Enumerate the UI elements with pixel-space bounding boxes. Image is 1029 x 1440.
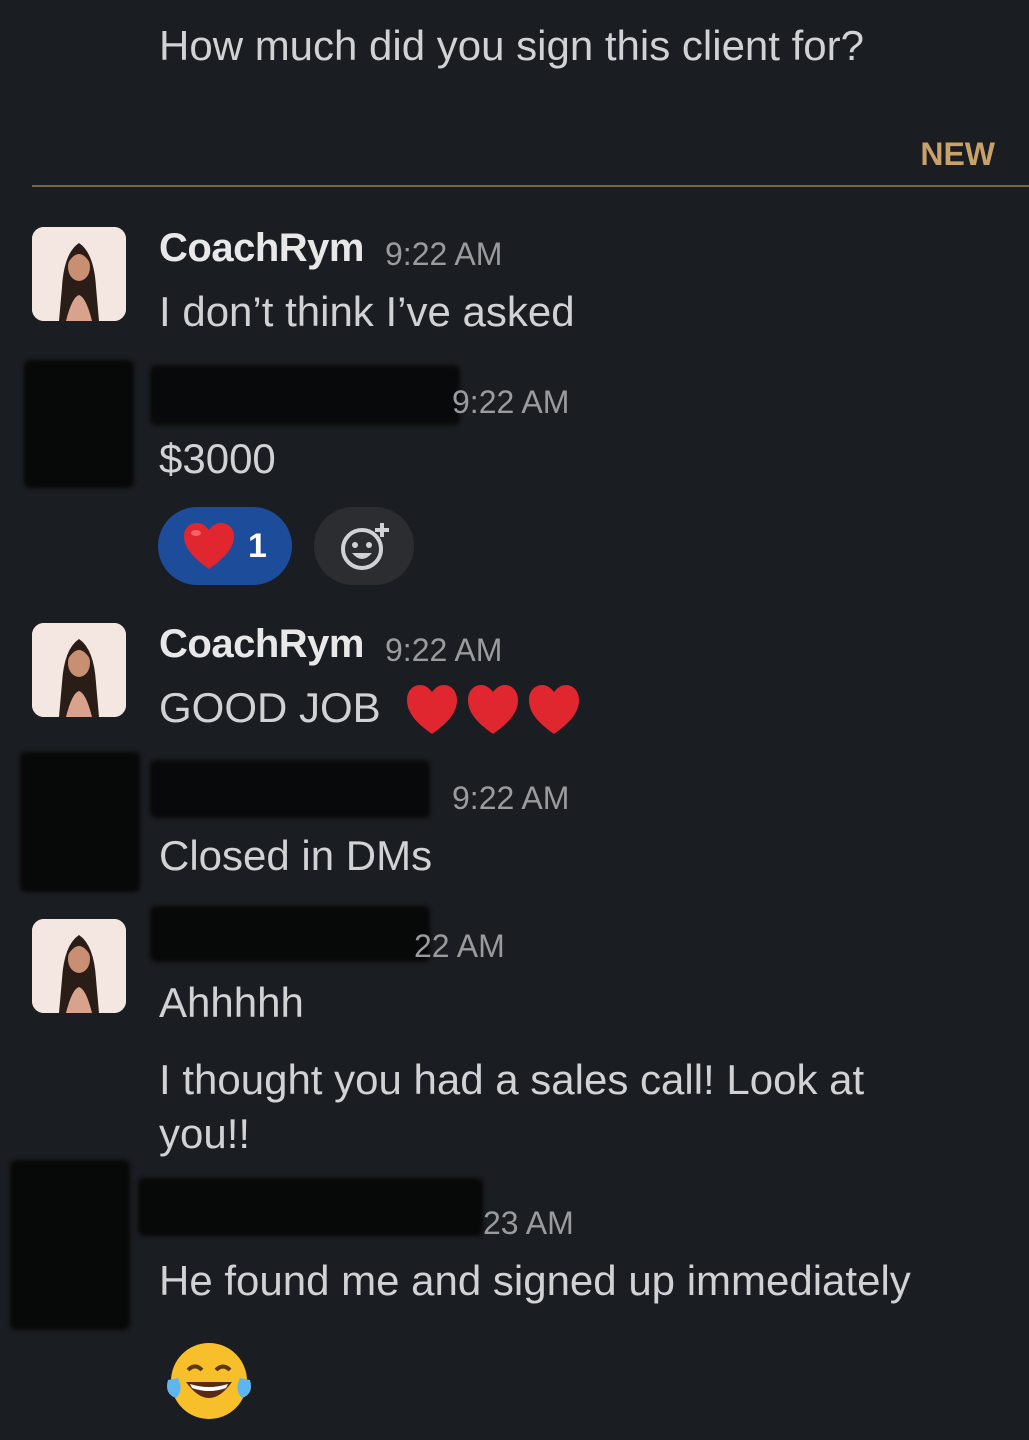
avatar[interactable] <box>32 227 126 321</box>
profile-photo <box>32 623 126 717</box>
message-timestamp[interactable]: 9:22 AM <box>385 632 502 669</box>
message-text: Closed in DMs <box>159 832 433 879</box>
message-timestamp[interactable]: 22 AM <box>414 928 505 965</box>
redacted-avatar <box>10 1160 130 1330</box>
redacted-author <box>138 1178 483 1236</box>
profile-photo <box>32 919 126 1013</box>
reaction-count: 1 <box>248 527 267 565</box>
message-timestamp[interactable]: 9:22 AM <box>452 384 569 421</box>
message-text: I thought you had a sales call! Look at <box>159 1056 865 1103</box>
avatar[interactable] <box>32 623 126 717</box>
message-text: you!! <box>159 1110 251 1157</box>
heart-reaction[interactable]: 1 <box>158 507 292 585</box>
message-text: Ahhhhh <box>159 979 304 1026</box>
message-text: He found me and signed up immediately <box>159 1257 911 1304</box>
avatar[interactable] <box>32 919 126 1013</box>
add-reaction-icon <box>341 523 389 570</box>
message-text: How much did you sign this client for? <box>159 22 864 69</box>
message-timestamp[interactable]: 9:22 AM <box>385 236 502 273</box>
heart-emoji-icon <box>407 685 579 734</box>
message-author[interactable]: CoachRym <box>159 622 364 667</box>
redacted-avatar <box>20 752 140 892</box>
new-messages-label: NEW <box>920 136 995 172</box>
message-timestamp[interactable]: 23 AM <box>483 1205 574 1242</box>
redacted-author <box>150 365 460 425</box>
message-timestamp[interactable]: 9:22 AM <box>452 780 569 817</box>
new-messages-divider <box>32 185 1029 187</box>
redacted-author <box>150 760 430 818</box>
heart-emoji-icon <box>184 523 234 569</box>
message-text: $3000 <box>159 435 276 482</box>
redacted-author <box>150 906 430 962</box>
message-text: GOOD JOB <box>159 684 381 731</box>
message-author[interactable]: CoachRym <box>159 226 364 271</box>
add-reaction-button[interactable] <box>314 507 414 585</box>
profile-photo <box>32 227 126 321</box>
redacted-avatar <box>24 360 134 488</box>
message-text: I don’t think I’ve asked <box>159 288 575 335</box>
laughing-tears-emoji-icon <box>167 1343 251 1419</box>
